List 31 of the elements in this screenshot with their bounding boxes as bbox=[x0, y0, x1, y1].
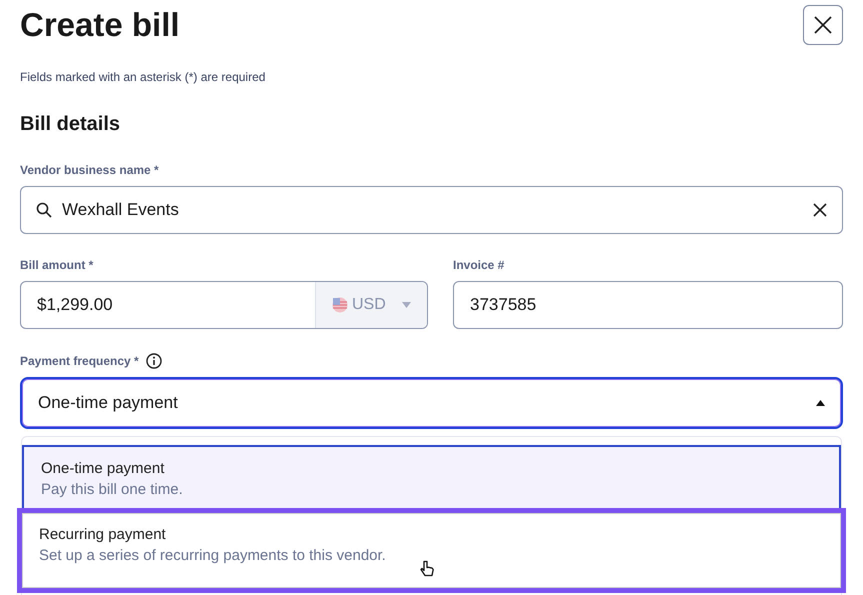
option-title: Recurring payment bbox=[39, 525, 167, 545]
amount-value: $1,299.00 bbox=[36, 294, 114, 316]
vendor-search-field[interactable]: Wexhall Events bbox=[20, 186, 843, 234]
option-description: Pay this bill one time. bbox=[41, 480, 183, 500]
caret-icon bbox=[402, 302, 411, 308]
frequency-value: One-time payment bbox=[38, 392, 179, 414]
option-title: One-time payment bbox=[41, 459, 166, 479]
flag-icon bbox=[332, 297, 348, 313]
clear-icon[interactable] bbox=[813, 203, 827, 217]
pointer-hand-icon bbox=[420, 560, 434, 577]
vendor-value: Wexhall Events bbox=[62, 199, 180, 222]
dialog-title: Create bill bbox=[20, 5, 180, 45]
field-label: Vendor business name * bbox=[20, 162, 159, 179]
amount-field[interactable]: $1,299.00 USD bbox=[20, 281, 428, 329]
dropdown-option[interactable]: Recurring payment Set up a series of recurring payments to this vendor. bbox=[22, 513, 841, 588]
close-icon bbox=[813, 15, 833, 35]
field-label: Payment frequency * bbox=[20, 353, 139, 370]
invoice-value: 3737585 bbox=[470, 294, 536, 316]
field-label: Invoice # bbox=[453, 257, 504, 274]
field-label: Bill amount * bbox=[20, 257, 94, 274]
section-title: Bill details bbox=[20, 112, 122, 137]
invoice-field[interactable]: 3737585 bbox=[453, 281, 843, 329]
caret-icon bbox=[816, 400, 825, 406]
currency-code: USD bbox=[352, 295, 386, 315]
search-icon bbox=[36, 202, 52, 218]
option-description: Set up a series of recurring payments to this vendor. bbox=[39, 546, 386, 566]
required-note: Fields marked with an asterisk (*) are required bbox=[20, 69, 266, 85]
info-icon[interactable] bbox=[146, 353, 162, 369]
close-button[interactable] bbox=[803, 5, 843, 45]
dropdown-option[interactable]: One-time payment Pay this bill one time. bbox=[22, 445, 841, 511]
frequency-select[interactable]: One-time payment bbox=[20, 377, 843, 429]
